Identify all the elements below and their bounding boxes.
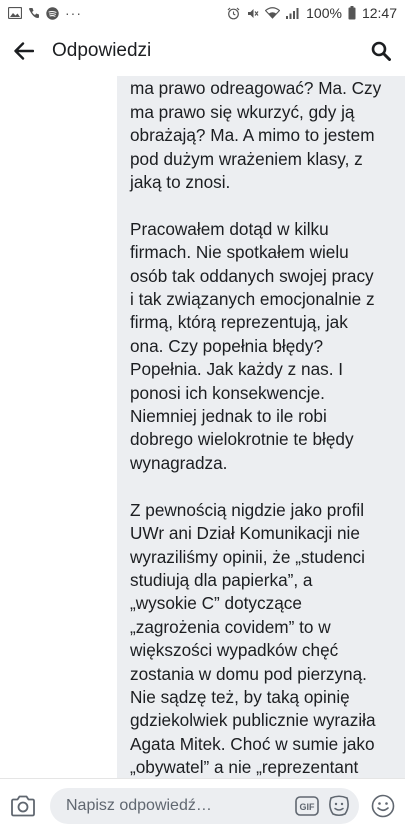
app-bar: Odpowiedzi: [0, 26, 405, 76]
camera-icon[interactable]: [10, 795, 36, 817]
status-right: 100% 12:47: [227, 5, 397, 21]
gif-label: GIF: [300, 802, 316, 812]
gif-icon[interactable]: GIF: [295, 796, 319, 816]
gallery-icon: [8, 7, 22, 19]
comment-paragraph-3: Z pewnością nigdzie jako profil UWr ani …: [130, 499, 376, 778]
battery-percent: 100%: [306, 5, 342, 21]
emoji-icon[interactable]: [371, 794, 395, 818]
page-title: Odpowiedzi: [52, 40, 152, 61]
signal-icon: [286, 7, 300, 19]
mute-icon: [246, 7, 259, 20]
comment-paragraph-1: na nią spiralę. Czy jako człowiek ma pra…: [130, 78, 382, 193]
comment-bubble: na nią spiralę. Czy jako człowiek ma pra…: [117, 76, 405, 778]
phone-icon: [28, 7, 40, 19]
battery-icon: [348, 6, 356, 20]
search-icon[interactable]: [371, 41, 391, 61]
clock: 12:47: [361, 5, 397, 21]
spotify-icon: [46, 6, 59, 20]
replies-thread[interactable]: na nią spiralę. Czy jako człowiek ma pra…: [0, 76, 405, 778]
overflow-dots: ···: [65, 5, 82, 21]
reply-input[interactable]: [64, 796, 248, 816]
reply-composer: GIF: [0, 778, 405, 833]
status-bar: ··· 100% 12:47: [0, 0, 405, 26]
status-left: ···: [8, 5, 82, 21]
input-actions: GIF: [295, 795, 351, 817]
sticker-icon[interactable]: [327, 795, 351, 817]
arrow-left-icon[interactable]: [14, 42, 34, 60]
wifi-icon: [265, 7, 281, 19]
reply-input-pill: GIF: [50, 788, 359, 824]
comment-paragraph-2: Pracowałem dotąd w kilku firmach. Nie sp…: [130, 218, 375, 473]
alarm-icon: [227, 7, 240, 20]
